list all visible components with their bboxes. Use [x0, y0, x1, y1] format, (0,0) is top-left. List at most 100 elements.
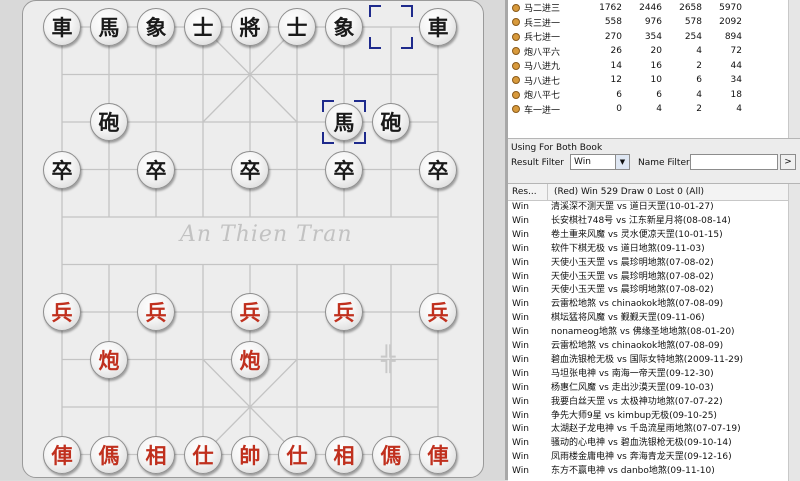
move-count-total: 4 [736, 104, 742, 114]
game-result: Win [512, 215, 529, 226]
selection-corner [401, 5, 413, 17]
black-piece[interactable]: 車 [43, 8, 81, 46]
game-row[interactable]: Win 凤雨楼金庸电神 vs 奔海青龙天罡(09-12-16) [508, 452, 788, 464]
black-piece[interactable]: 象 [325, 8, 363, 46]
move-count-b: 4 [656, 104, 662, 114]
game-row[interactable]: Win 软件下棋无极 vs 道日地煞(09-11-03) [508, 244, 788, 256]
move-stat-row[interactable]: 兵七进一 270 354 254 894 [508, 31, 788, 43]
move-stat-row[interactable]: 马八进七 12 10 6 34 [508, 75, 788, 87]
game-row[interactable]: Win 我要白丝天罡 vs 太极神功地煞(07-07-22) [508, 397, 788, 409]
black-piece[interactable]: 士 [278, 8, 316, 46]
game-result: Win [512, 285, 529, 296]
game-row[interactable]: Win 东方不赢电神 vs danbo地煞(09-11-10) [508, 466, 788, 478]
game-title: 天使小玉天罡 vs 晨珍明地煞(07-08-02) [551, 271, 714, 282]
name-filter-go-button[interactable]: > [780, 154, 796, 170]
game-row[interactable]: Win 清溪深不测天罡 vs 道日天罡(10-01-27) [508, 202, 788, 214]
game-title: 棋坛猛将风魔 vs 觐觐天罡(09-11-06) [551, 313, 705, 324]
red-piece[interactable]: 俥 [43, 435, 81, 474]
game-title: 杨惠仁风魔 vs 走出沙漠天罡(09-10-03) [551, 382, 714, 393]
game-row[interactable]: Win 天使小玉天罡 vs 晨珍明地煞(07-08-02) [508, 285, 788, 297]
selection-corner [369, 37, 381, 49]
black-piece[interactable]: 卒 [43, 150, 81, 189]
game-list-scrollbar[interactable] [788, 184, 800, 481]
move-count-b: 976 [644, 17, 662, 27]
selection-corner [401, 37, 413, 49]
red-piece[interactable]: 相 [137, 435, 175, 474]
result-column-header[interactable]: Res... [508, 184, 548, 200]
red-piece[interactable]: 兵 [231, 293, 269, 331]
move-stat-row[interactable]: 炮八平六 26 20 4 72 [508, 46, 788, 58]
game-row[interactable]: Win 卷土重来风魔 vs 灵水便凉天罡(10-01-15) [508, 230, 788, 242]
black-piece[interactable]: 馬 [90, 8, 128, 46]
black-piece[interactable]: 將 [231, 8, 269, 46]
red-piece[interactable]: 炮 [231, 340, 269, 379]
red-piece[interactable]: 相 [325, 435, 363, 474]
move-count-a: 12 [610, 75, 622, 85]
chevron-down-icon[interactable]: ▼ [615, 155, 629, 169]
result-filter-select[interactable]: Win ▼ [570, 154, 630, 170]
game-title: 凤雨楼金庸电神 vs 奔海青龙天罡(09-12-16) [551, 452, 732, 463]
black-piece[interactable]: 砲 [90, 103, 128, 141]
red-piece[interactable]: 兵 [137, 293, 175, 331]
red-piece[interactable]: 俥 [419, 435, 457, 474]
black-piece[interactable]: 卒 [325, 150, 363, 189]
game-row[interactable]: Win 太湖赵子龙电神 vs 千岛流星雨地煞(07-07-19) [508, 424, 788, 436]
game-row[interactable]: Win 骚动的心电神 vs 碧血洗银枪无极(09-10-14) [508, 438, 788, 450]
move-stat-row[interactable]: 兵三进一 558 976 578 2092 [508, 17, 788, 29]
game-row[interactable]: Win nonameog地煞 vs 佛缘圣地地煞(08-01-20) [508, 327, 788, 339]
red-piece[interactable]: 傌 [90, 435, 128, 474]
move-count-a: 1762 [599, 2, 622, 13]
move-count-a: 26 [610, 46, 622, 56]
game-title: 太湖赵子龙电神 vs 千岛流星雨地煞(07-07-19) [551, 424, 741, 435]
game-row[interactable]: Win 天使小玉天罡 vs 晨珍明地煞(07-08-02) [508, 272, 788, 284]
red-piece[interactable]: 傌 [372, 435, 410, 474]
red-piece[interactable]: 兵 [43, 293, 81, 331]
selection-corner [354, 100, 366, 112]
move-stat-row[interactable]: 马二进三 1762 2446 2658 5970 [508, 2, 788, 14]
move-count-a: 0 [616, 104, 622, 114]
summary-column-header[interactable]: (Red) Win 529 Draw 0 Lost 0 (All) [554, 184, 704, 200]
red-piece[interactable]: 炮 [90, 340, 128, 379]
move-name: 炮八平六 [524, 47, 561, 58]
red-piece[interactable]: 仕 [184, 435, 222, 474]
move-stat-row[interactable]: 马八进九 14 16 2 44 [508, 60, 788, 72]
red-piece[interactable]: 帥 [231, 435, 269, 474]
move-count-c: 4 [696, 89, 702, 100]
black-piece[interactable]: 象 [137, 8, 175, 46]
game-row[interactable]: Win 长安棋社748号 vs 江东新星月将(08-08-14) [508, 216, 788, 228]
game-result: Win [512, 410, 529, 421]
game-row[interactable]: Win 争先大师9星 vs kimbup无极(09-10-25) [508, 411, 788, 423]
game-row[interactable]: Win 云雷松地煞 vs chinaokok地煞(07-08-09) [508, 299, 788, 311]
board-area: An Thien Tran 車馬象士將士象車砲馬砲卒卒卒卒卒兵兵兵兵兵炮炮俥傌相… [0, 0, 505, 480]
move-count-c: 2 [696, 60, 702, 71]
game-title: nonameog地煞 vs 佛缘圣地地煞(08-01-20) [551, 327, 735, 338]
move-stat-row[interactable]: 车一进一 0 4 2 4 [508, 104, 788, 116]
move-count-c: 254 [684, 31, 702, 42]
black-piece[interactable]: 卒 [231, 150, 269, 189]
game-result: Win [512, 257, 529, 268]
move-list-scrollbar[interactable] [788, 0, 800, 138]
black-piece[interactable]: 卒 [419, 150, 457, 189]
game-row[interactable]: Win 天使小玉天罡 vs 晨珍明地煞(07-08-02) [508, 258, 788, 270]
book-move-icon [512, 76, 520, 84]
game-title: 马坦张电神 vs 南海一帝天罡(09-12-30) [551, 368, 714, 379]
game-row[interactable]: Win 碧血洗银枪无极 vs 国际女特地煞(2009-11-29) [508, 355, 788, 367]
black-piece[interactable]: 卒 [137, 150, 175, 189]
red-piece[interactable]: 仕 [278, 435, 316, 474]
filter-panel: Using For Both Book Result Filter Win ▼ … [508, 139, 800, 183]
game-result: Win [512, 327, 529, 338]
game-row[interactable]: Win 马坦张电神 vs 南海一帝天罡(09-12-30) [508, 369, 788, 381]
black-piece[interactable]: 砲 [372, 103, 410, 141]
red-piece[interactable]: 兵 [419, 293, 457, 331]
game-row[interactable]: Win 杨惠仁风魔 vs 走出沙漠天罡(09-10-03) [508, 383, 788, 395]
game-row[interactable]: Win 棋坛猛将风魔 vs 觐觐天罡(09-11-06) [508, 313, 788, 325]
black-piece[interactable]: 車 [419, 8, 457, 46]
move-stat-row[interactable]: 炮八平七 6 6 4 18 [508, 89, 788, 101]
game-title: 云雷松地煞 vs chinaokok地煞(07-08-09) [551, 341, 724, 351]
black-piece[interactable]: 士 [184, 8, 222, 46]
red-piece[interactable]: 兵 [325, 293, 363, 331]
result-filter-value: Win [574, 157, 591, 167]
selection-corner [369, 5, 381, 17]
game-row[interactable]: Win 云雷松地煞 vs chinaokok地煞(07-08-09) [508, 341, 788, 353]
name-filter-input[interactable] [690, 154, 778, 170]
